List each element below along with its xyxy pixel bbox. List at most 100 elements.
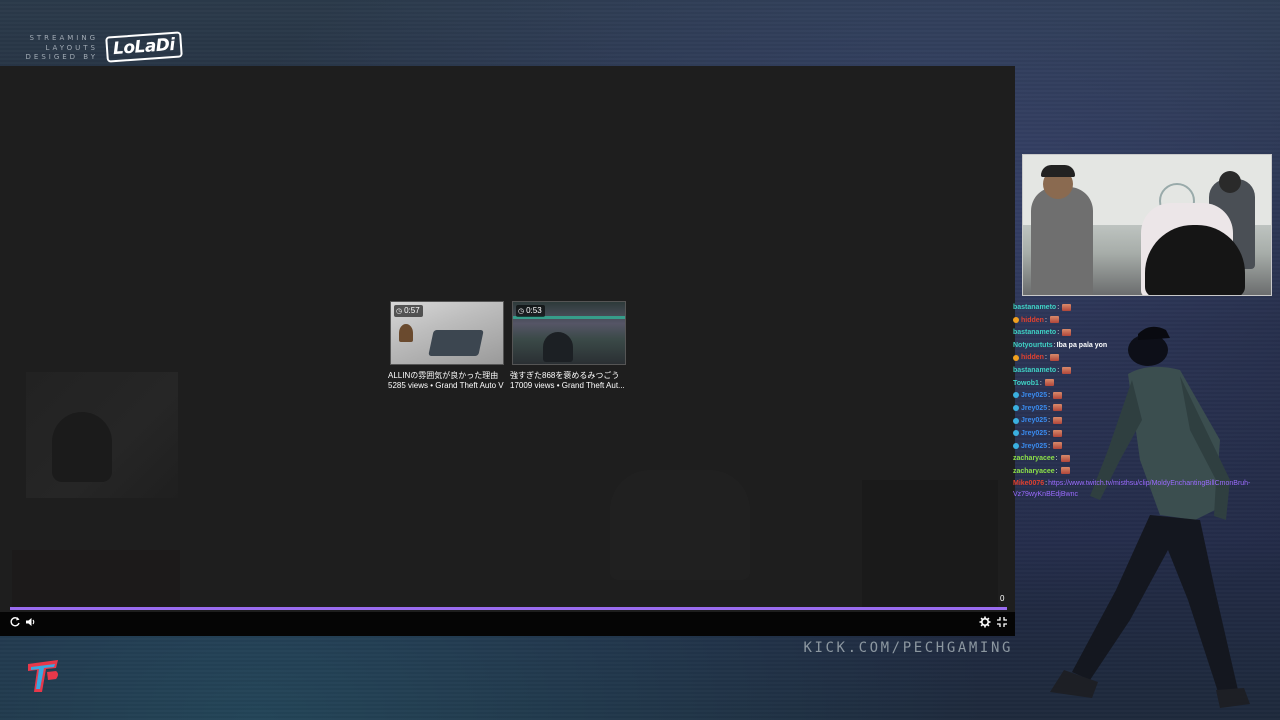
chat-username[interactable]: Mike0076 [1013, 480, 1044, 487]
clip-title[interactable]: ALLINの雰囲気が良かった理由 [388, 371, 506, 381]
chat-separator: : [1044, 354, 1047, 362]
exit-fullscreen-icon[interactable] [995, 616, 1009, 630]
chat-username[interactable]: bastanameto [1013, 367, 1056, 374]
clip-duration: ◷ 0:57 [394, 305, 423, 317]
video-player[interactable]: ◷ 0:57 ALLINの雰囲気が良かった理由 5285 views • Gran… [0, 66, 1015, 636]
chat-username[interactable]: hidden [1021, 317, 1044, 324]
time-remaining: 0 [1000, 594, 1005, 603]
recommended-clip-card[interactable]: ◷ 0:53 強すぎた868を褒めるみつごう 17009 views • Gran… [510, 301, 626, 391]
chat-message: bastanameto: [1013, 327, 1273, 340]
chat-separator: : [1048, 417, 1051, 425]
chat-separator: : [1057, 366, 1060, 374]
streamer-webcam [1022, 154, 1272, 296]
progress-bar[interactable] [10, 607, 1007, 610]
volume-icon[interactable] [24, 616, 38, 630]
faded-webcam-right [862, 480, 998, 608]
channel-url: KICK.COM/PECHGAMING [803, 640, 1013, 656]
chat-badge-icon [1013, 417, 1019, 424]
chat-username[interactable]: zacharyacee [1013, 455, 1055, 462]
chat-message: Jrey025: [1013, 403, 1273, 416]
video-frame[interactable]: ◷ 0:57 ALLINの雰囲気が良かった理由 5285 views • Gran… [0, 66, 1015, 636]
chat-separator: : [1053, 341, 1056, 349]
chat-separator: : [1044, 316, 1047, 324]
chat-emote-icon [1053, 429, 1063, 437]
chat-badge-icon [1013, 404, 1019, 411]
chat-badge-icon [1013, 316, 1019, 323]
chat-separator: : [1057, 329, 1060, 337]
clip-meta: 5285 views • Grand Theft Auto V [388, 381, 504, 390]
channel-logo [28, 660, 58, 692]
faded-webcam-left [26, 372, 178, 498]
chat-separator: : [1045, 480, 1048, 488]
chat-username[interactable]: Jrey025 [1021, 405, 1047, 412]
chat-username[interactable]: Jrey025 [1021, 430, 1047, 437]
chat-panel: bastanameto: hidden: bastanameto: Notyourtu… [1013, 302, 1273, 502]
branding-tagline: STREAMING LAYOUTS DESIGED BY [25, 34, 98, 61]
clip-duration-text: 0:53 [526, 306, 542, 315]
chat-username[interactable]: hidden [1021, 354, 1044, 361]
chat-emote-icon [1053, 442, 1063, 450]
chat-message: Towob1: [1013, 378, 1273, 391]
chat-username[interactable]: bastanameto [1013, 304, 1056, 311]
clip-thumbnail[interactable]: ◷ 0:53 [512, 301, 626, 365]
chat-badge-icon [1013, 442, 1019, 449]
chat-message: Jrey025: [1013, 441, 1273, 454]
chat-emote-icon [1062, 328, 1072, 336]
chat-message: hidden: [1013, 352, 1273, 365]
replay-icon[interactable] [8, 616, 22, 630]
chat-username[interactable]: Jrey025 [1021, 392, 1047, 399]
chat-username[interactable]: Towob1 [1013, 380, 1039, 387]
clip-duration: ◷ 0:53 [516, 305, 545, 317]
faded-chair [610, 470, 750, 580]
chat-separator: : [1048, 429, 1051, 437]
chat-separator: : [1048, 392, 1051, 400]
clip-meta: 17009 views • Grand Theft Aut... [510, 381, 625, 390]
clip-thumbnail[interactable]: ◷ 0:57 [390, 301, 504, 365]
chat-message: hidden: [1013, 315, 1273, 328]
chat-emote-icon [1049, 316, 1059, 324]
chat-separator: : [1055, 467, 1058, 475]
chat-username[interactable]: zacharyacee [1013, 468, 1055, 475]
chat-separator: : [1057, 304, 1060, 311]
chat-emote-icon [1062, 303, 1072, 311]
chat-message: Mike0076:https://www.twitch.tv/misthsu/c… [1013, 478, 1271, 500]
chat-message: Jrey025: [1013, 390, 1273, 403]
chat-separator: : [1048, 404, 1051, 412]
chat-separator: : [1048, 442, 1051, 450]
player-controls [0, 612, 1015, 636]
recommended-clips: ◷ 0:57 ALLINの雰囲気が良かった理由 5285 views • Gran… [388, 301, 638, 396]
chat-emote-icon [1060, 467, 1070, 475]
chat-message: bastanameto: [1013, 365, 1273, 378]
chat-separator: : [1055, 455, 1058, 463]
chat-username[interactable]: Notyourtuts [1013, 342, 1053, 349]
chat-emote-icon [1060, 454, 1070, 462]
chat-username[interactable]: bastanameto [1013, 329, 1056, 336]
chat-emote-icon [1053, 417, 1063, 424]
chat-message-text: Iba pa pala yon [1056, 341, 1108, 349]
chat-badge-icon [1013, 392, 1019, 399]
recommended-clip-card[interactable]: ◷ 0:57 ALLINの雰囲気が良かった理由 5285 views • Gran… [388, 301, 504, 391]
chat-badge-icon [1013, 430, 1019, 437]
clip-title[interactable]: 強すぎた868を褒めるみつごう [510, 371, 628, 381]
chat-emote-icon [1062, 366, 1072, 374]
chat-message: zacharyacee: [1013, 466, 1273, 479]
chat-username[interactable]: Jrey025 [1021, 443, 1047, 450]
chat-username[interactable]: Jrey025 [1021, 417, 1047, 424]
loladi-logo: LoLaDi [105, 31, 183, 63]
layout-branding: STREAMING LAYOUTS DESIGED BY LoLaDi [20, 31, 183, 64]
clock-icon: ◷ [396, 308, 403, 315]
chat-emote-icon [1049, 354, 1059, 362]
chat-message: zacharyacee: [1013, 453, 1273, 466]
chat-message: Jrey025: [1013, 415, 1273, 428]
chat-separator: : [1039, 379, 1042, 387]
chat-badge-icon [1013, 354, 1019, 361]
chat-link[interactable]: https://www.twitch.tv/misthsu/clip/Moldy… [1013, 480, 1250, 498]
gear-icon[interactable] [978, 616, 992, 630]
chat-emote-icon [1053, 391, 1063, 399]
chat-message: Notyourtuts:Iba pa pala yon [1013, 340, 1273, 353]
chat-emote-icon [1053, 404, 1063, 412]
webcam-person-left [1031, 165, 1093, 295]
clip-duration-text: 0:57 [404, 306, 420, 315]
faded-panel-bottom-left [12, 550, 180, 610]
clock-icon: ◷ [518, 308, 525, 315]
